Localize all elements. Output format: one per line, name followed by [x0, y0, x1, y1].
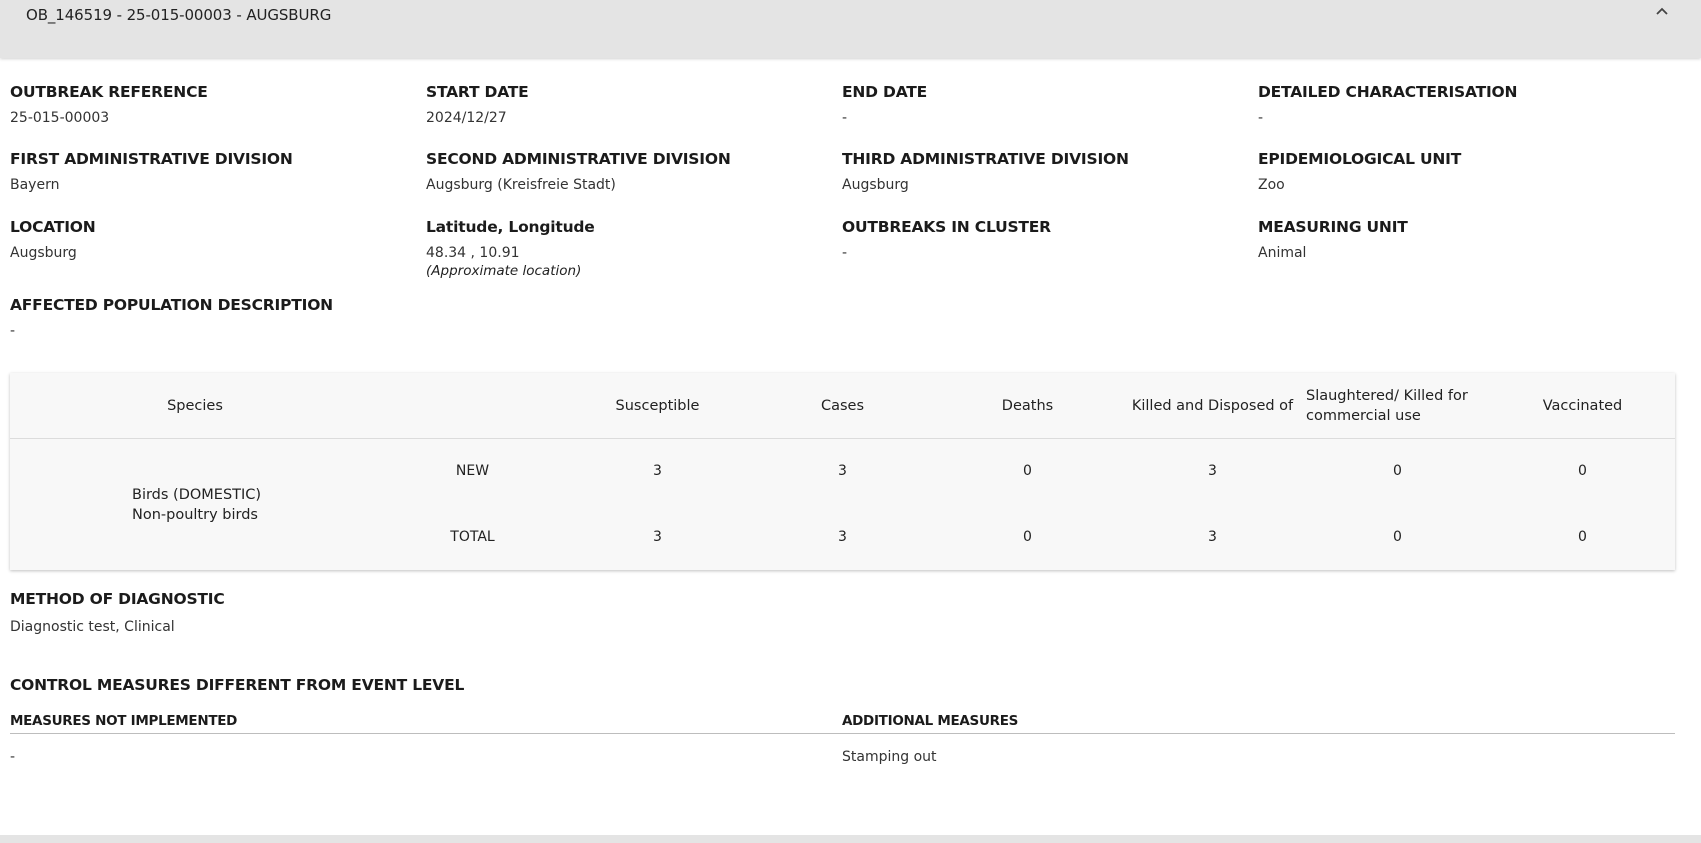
field-label: EPIDEMIOLOGICAL UNIT: [1258, 150, 1462, 168]
field-start-date: START DATE 2024/12/27: [426, 83, 836, 126]
cell-killed: 3: [1208, 463, 1217, 479]
field-third-admin-division: THIRD ADMINISTRATIVE DIVISION Augsburg: [842, 150, 1252, 193]
next-panel-edge: [0, 835, 1701, 843]
species-cell: Birds (DOMESTIC) Non-poultry birds: [132, 485, 261, 525]
additional-measures-value: Stamping out: [842, 749, 937, 765]
field-value: Augsburg: [842, 177, 909, 193]
field-first-admin-division: FIRST ADMINISTRATIVE DIVISION Bayern: [10, 150, 420, 193]
field-detailed-characterisation: DETAILED CHARACTERISATION -: [1258, 83, 1668, 126]
th-species: Species: [167, 397, 223, 414]
field-label: AFFECTED POPULATION DESCRIPTION: [10, 296, 333, 314]
species-table: Species Susceptible Cases Deaths Killed …: [10, 373, 1675, 570]
cell-deaths: 0: [1023, 463, 1032, 479]
cell-deaths: 0: [1023, 529, 1032, 545]
diagnostic-value: Diagnostic test, Clinical: [10, 619, 175, 635]
cell-cases: 3: [838, 529, 847, 545]
measures-not-implemented-label: MEASURES NOT IMPLEMENTED: [10, 713, 238, 729]
field-label: END DATE: [842, 83, 928, 101]
field-value: -: [1258, 110, 1264, 126]
field-label: LOCATION: [10, 218, 96, 236]
th-killed: Killed and Disposed of: [1131, 397, 1294, 414]
control-measures-title: CONTROL MEASURES DIFFERENT FROM EVENT LE…: [10, 676, 465, 694]
field-label: Latitude, Longitude: [426, 218, 595, 236]
field-location: LOCATION Augsburg: [10, 218, 420, 261]
field-value: Zoo: [1258, 177, 1285, 193]
field-label: START DATE: [426, 83, 529, 101]
cell-cases: 3: [838, 463, 847, 479]
field-end-date: END DATE -: [842, 83, 1252, 126]
measures-not-implemented-value: -: [10, 749, 16, 765]
row-type: NEW: [455, 463, 490, 479]
field-second-admin-division: SECOND ADMINISTRATIVE DIVISION Augsburg …: [426, 150, 836, 193]
field-label: OUTBREAKS IN CLUSTER: [842, 218, 1051, 236]
field-value: -: [842, 110, 848, 126]
field-label: MEASURING UNIT: [1258, 218, 1408, 236]
additional-measures-label: ADDITIONAL MEASURES: [842, 713, 1019, 729]
field-value: -: [10, 323, 16, 339]
cell-slaughtered: 0: [1393, 463, 1402, 479]
field-affected-population: AFFECTED POPULATION DESCRIPTION -: [10, 296, 420, 339]
th-vaccinated: Vaccinated: [1542, 397, 1623, 414]
table-header-row: Species Susceptible Cases Deaths Killed …: [10, 373, 1675, 439]
field-epidemiological-unit: EPIDEMIOLOGICAL UNIT Zoo: [1258, 150, 1668, 193]
species-subtype: Non-poultry birds: [132, 507, 258, 523]
species-name: Birds (DOMESTIC): [132, 487, 262, 503]
field-value: 48.34 , 10.91: [426, 245, 520, 261]
panel-title: OB_146519 - 25-015-00003 - AUGSBURG: [26, 6, 332, 24]
cell-killed: 3: [1208, 529, 1217, 545]
cell-susceptible: 3: [653, 463, 662, 479]
field-label: SECOND ADMINISTRATIVE DIVISION: [426, 150, 731, 168]
field-value: Augsburg (Kreisfreie Stadt): [426, 177, 616, 193]
cell-susceptible: 3: [653, 529, 662, 545]
th-susceptible: Susceptible: [615, 397, 700, 414]
field-outbreaks-in-cluster: OUTBREAKS IN CLUSTER -: [842, 218, 1252, 261]
field-lat-long: Latitude, Longitude 48.34 , 10.91 (Appro…: [426, 218, 836, 279]
chevron-up-icon[interactable]: [1653, 3, 1671, 21]
cell-slaughtered: 0: [1393, 529, 1402, 545]
field-label: OUTBREAK REFERENCE: [10, 83, 208, 101]
field-value: Bayern: [10, 177, 60, 193]
field-value: Augsburg: [10, 245, 77, 261]
field-measuring-unit: MEASURING UNIT Animal: [1258, 218, 1668, 261]
th-slaughtered: Slaughtered/ Killed for commercial use: [1306, 387, 1468, 424]
cell-vaccinated: 0: [1578, 529, 1587, 545]
field-label: FIRST ADMINISTRATIVE DIVISION: [10, 150, 293, 168]
field-value: 2024/12/27: [426, 110, 507, 126]
field-value: Animal: [1258, 245, 1307, 261]
diagnostic-label: METHOD OF DIAGNOSTIC: [10, 590, 225, 608]
field-outbreak-reference: OUTBREAK REFERENCE 25-015-00003: [10, 83, 420, 126]
cell-vaccinated: 0: [1578, 463, 1587, 479]
divider: [10, 733, 1675, 734]
field-value: -: [842, 245, 848, 261]
th-cases: Cases: [820, 397, 865, 414]
field-value: 25-015-00003: [10, 110, 110, 126]
field-label: DETAILED CHARACTERISATION: [1258, 83, 1518, 101]
th-deaths: Deaths: [1001, 397, 1054, 414]
approximate-location-note: (Approximate location): [426, 263, 582, 279]
row-type: TOTAL: [450, 529, 495, 545]
field-label: THIRD ADMINISTRATIVE DIVISION: [842, 150, 1129, 168]
outbreak-panel-header[interactable]: OB_146519 - 25-015-00003 - AUGSBURG: [0, 0, 1701, 58]
